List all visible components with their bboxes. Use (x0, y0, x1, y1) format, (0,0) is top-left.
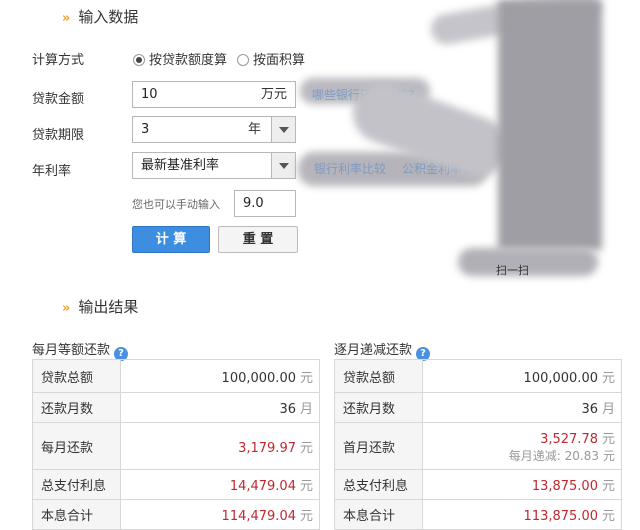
table-row: 本息合计 113,875.00 元 (334, 499, 622, 530)
equal-payment-title-text: 每月等额还款 (32, 343, 111, 358)
table-cell-label: 贷款总额 (334, 359, 423, 393)
rate-select[interactable]: 最新基准利率 (132, 152, 296, 179)
table-row: 贷款总额 100,000.00 元 (334, 359, 622, 393)
value-text: 113,875.00 (523, 509, 598, 524)
value-text: 114,479.04 (221, 509, 296, 524)
table-cell-label: 贷款总额 (32, 359, 121, 393)
rate-compare-link[interactable]: 银行利率比较 (314, 160, 386, 177)
sub-label: 每月递减: (508, 449, 561, 463)
value-text: 14,479.04 (229, 479, 296, 494)
chevron-right-icon: » (62, 301, 71, 316)
sub-value: 20.83 (564, 449, 599, 463)
value-text: 100,000.00 (523, 370, 598, 386)
rate-value: 最新基准利率 (141, 158, 220, 173)
unit-text: 元 (601, 370, 615, 386)
unit-text: 元 (299, 479, 313, 494)
calc-option-area-label: 按面积算 (253, 53, 306, 68)
unit-text: 元 (601, 432, 615, 447)
qr-code-image (498, 0, 602, 250)
table-cell-value: 36 月 (120, 392, 320, 423)
value-text: 3,179.97 (238, 440, 296, 456)
table-cell-label: 总支付利息 (334, 469, 423, 500)
value-text: 13,875.00 (531, 479, 598, 494)
decreasing-payment-table: 贷款总额 100,000.00 元 还款月数 36 月 首月还款 3,527.78 元… (334, 359, 622, 530)
calc-method-label: 计算方式 (32, 53, 85, 68)
loan-term-label: 贷款期限 (32, 128, 85, 143)
table-cell-value: 100,000.00 元 (422, 359, 622, 393)
reset-button[interactable]: 重 置 (218, 226, 298, 253)
chevron-down-icon[interactable] (271, 153, 295, 178)
table-cell-label: 本息合计 (32, 499, 121, 530)
manual-rate-hint: 您也可以手动输入 (132, 198, 220, 211)
unit-text: 月 (601, 402, 615, 417)
value-text: 36 (279, 402, 296, 417)
input-section-title: » 输入数据 (62, 6, 138, 27)
loan-term-unit: 年 (247, 122, 261, 137)
equal-payment-title: 每月等额还款? (32, 339, 129, 361)
table-row: 每月还款 3,179.97 元 (32, 422, 320, 470)
unit-text: 月 (299, 402, 313, 417)
chevron-down-icon[interactable] (271, 117, 295, 142)
decreasing-payment-title: 逐月递减还款? (334, 339, 431, 361)
table-row: 贷款总额 100,000.00 元 (32, 359, 320, 393)
calc-method-option-area[interactable]: 按面积算 (237, 49, 305, 68)
calc-method-option-amount[interactable]: 按贷款额度算 (133, 49, 227, 68)
unit-text: 元 (299, 509, 313, 524)
output-section-title: » 输出结果 (62, 296, 138, 317)
loan-amount-input[interactable]: 10 万元 (132, 81, 296, 108)
table-cell-label: 首月还款 (334, 422, 423, 470)
first-month-line: 3,527.78 元 (431, 428, 615, 447)
qr-caption: 扫一扫 (496, 264, 529, 277)
table-row: 总支付利息 14,479.04 元 (32, 469, 320, 500)
loan-amount-value: 10 (141, 87, 158, 102)
value-text: 100,000.00 (221, 370, 296, 386)
unit-text: 元 (299, 370, 313, 386)
table-row: 还款月数 36 月 (32, 392, 320, 423)
unit-text: 元 (601, 479, 615, 494)
output-section-title-text: 输出结果 (78, 298, 139, 316)
table-cell-label: 总支付利息 (32, 469, 121, 500)
monthly-decrease-line: 每月递减: 20.83 元 (431, 447, 615, 464)
value-text: 3,527.78 (540, 432, 598, 447)
table-cell-value: 13,875.00 元 (422, 469, 622, 500)
input-section-title-text: 输入数据 (78, 8, 139, 26)
table-cell-label: 还款月数 (334, 392, 423, 423)
rate-label: 年利率 (32, 164, 72, 179)
table-row: 总支付利息 13,875.00 元 (334, 469, 622, 500)
table-cell-value: 100,000.00 元 (120, 359, 320, 393)
decreasing-payment-title-text: 逐月递减还款 (334, 343, 413, 358)
unit-text: 元 (601, 509, 615, 524)
chevron-right-icon: » (62, 11, 71, 26)
manual-rate-value: 9.0 (243, 196, 264, 211)
calc-option-amount-label: 按贷款额度算 (149, 53, 228, 68)
loan-amount-label: 贷款金额 (32, 92, 85, 107)
table-cell-label: 本息合计 (334, 499, 423, 530)
loan-term-select[interactable]: 3 年 (132, 116, 296, 143)
table-cell-value: 36 月 (422, 392, 622, 423)
value-text: 36 (581, 402, 598, 417)
unit-text: 元 (299, 440, 313, 456)
table-cell-label: 还款月数 (32, 392, 121, 423)
table-cell-value: 3,527.78 元 每月递减: 20.83 元 (422, 422, 622, 470)
radio-unselected-icon[interactable] (237, 54, 249, 66)
radio-selected-icon[interactable] (133, 54, 145, 66)
equal-payment-table: 贷款总额 100,000.00 元 还款月数 36 月 每月还款 3,179.97 元… (32, 359, 320, 530)
loan-term-value: 3 (141, 122, 150, 137)
table-cell-value: 14,479.04 元 (120, 469, 320, 500)
table-cell-value: 3,179.97 元 (120, 422, 320, 470)
table-cell-value: 114,479.04 元 (120, 499, 320, 530)
table-cell-value: 113,875.00 元 (422, 499, 622, 530)
manual-rate-input[interactable]: 9.0 (234, 190, 296, 217)
table-row: 还款月数 36 月 (334, 392, 622, 423)
table-cell-label: 每月还款 (32, 422, 121, 470)
table-row: 本息合计 114,479.04 元 (32, 499, 320, 530)
calculate-button[interactable]: 计 算 (132, 226, 210, 253)
sub-unit: 元 (602, 449, 615, 463)
loan-amount-unit: 万元 (260, 87, 287, 102)
table-row: 首月还款 3,527.78 元 每月递减: 20.83 元 (334, 422, 622, 470)
